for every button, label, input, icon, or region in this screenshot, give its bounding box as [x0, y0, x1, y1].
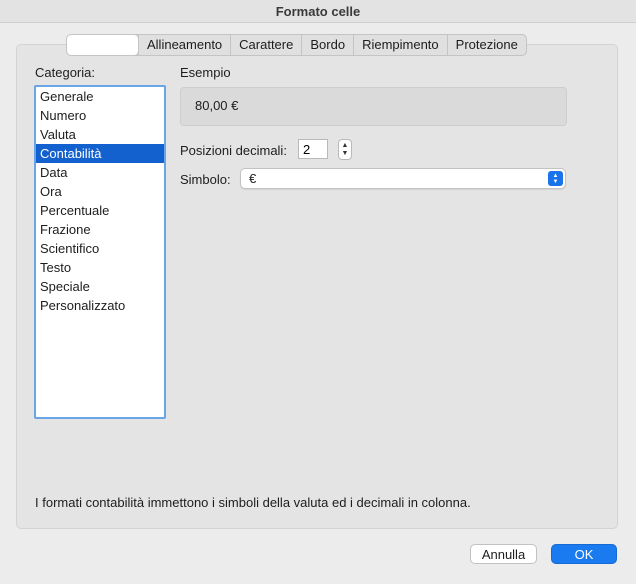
sample-value: 80,00 €	[195, 98, 239, 113]
category-item-data[interactable]: Data	[36, 163, 164, 182]
format-description: I formati contabilità immettono i simbol…	[35, 495, 471, 510]
stepper-up-icon[interactable]: ▲	[342, 142, 349, 150]
decimal-places-input[interactable]	[298, 139, 328, 159]
sample-label: Esempio	[180, 65, 231, 80]
cancel-button[interactable]: Annulla	[470, 544, 537, 564]
tab-riempimento[interactable]: Riempimento	[353, 35, 447, 55]
category-item-scientifico[interactable]: Scientifico	[36, 239, 164, 258]
category-item-personalizzato[interactable]: Personalizzato	[36, 296, 164, 315]
category-item-ora[interactable]: Ora	[36, 182, 164, 201]
decimal-places-label: Posizioni decimali:	[180, 143, 287, 158]
symbol-label: Simbolo:	[180, 172, 231, 187]
category-item-percentuale[interactable]: Percentuale	[36, 201, 164, 220]
window-title: Formato celle	[275, 3, 361, 19]
tab-allineamento[interactable]: Allineamento	[138, 35, 230, 55]
window-title-bar: Formato celle	[0, 0, 636, 23]
category-item-numero[interactable]: Numero	[36, 106, 164, 125]
category-item-contabilita[interactable]: Contabilità	[36, 144, 164, 163]
category-item-frazione[interactable]: Frazione	[36, 220, 164, 239]
tab-protezione[interactable]: Protezione	[446, 35, 526, 55]
stepper-down-icon[interactable]: ▼	[342, 150, 349, 158]
tab-numero[interactable]	[67, 35, 138, 55]
category-item-valuta[interactable]: Valuta	[36, 125, 164, 144]
symbol-value: €	[249, 171, 257, 186]
select-chevron-icon[interactable]: ▲ ▼	[548, 171, 563, 186]
category-label: Categoria:	[35, 65, 95, 80]
tab-carattere[interactable]: Carattere	[230, 35, 301, 55]
category-list[interactable]: Generale Numero Valuta Contabilità Data …	[34, 85, 166, 419]
tab-bar: Allineamento Carattere Bordo Riempimento…	[66, 34, 527, 56]
ok-button[interactable]: OK	[551, 544, 617, 564]
category-item-generale[interactable]: Generale	[36, 87, 164, 106]
tab-bordo[interactable]: Bordo	[301, 35, 353, 55]
sample-preview: 80,00 €	[180, 87, 567, 126]
category-item-speciale[interactable]: Speciale	[36, 277, 164, 296]
category-item-testo[interactable]: Testo	[36, 258, 164, 277]
symbol-select[interactable]: € ▲ ▼	[240, 168, 566, 189]
decimal-places-stepper[interactable]: ▲ ▼	[338, 139, 352, 160]
